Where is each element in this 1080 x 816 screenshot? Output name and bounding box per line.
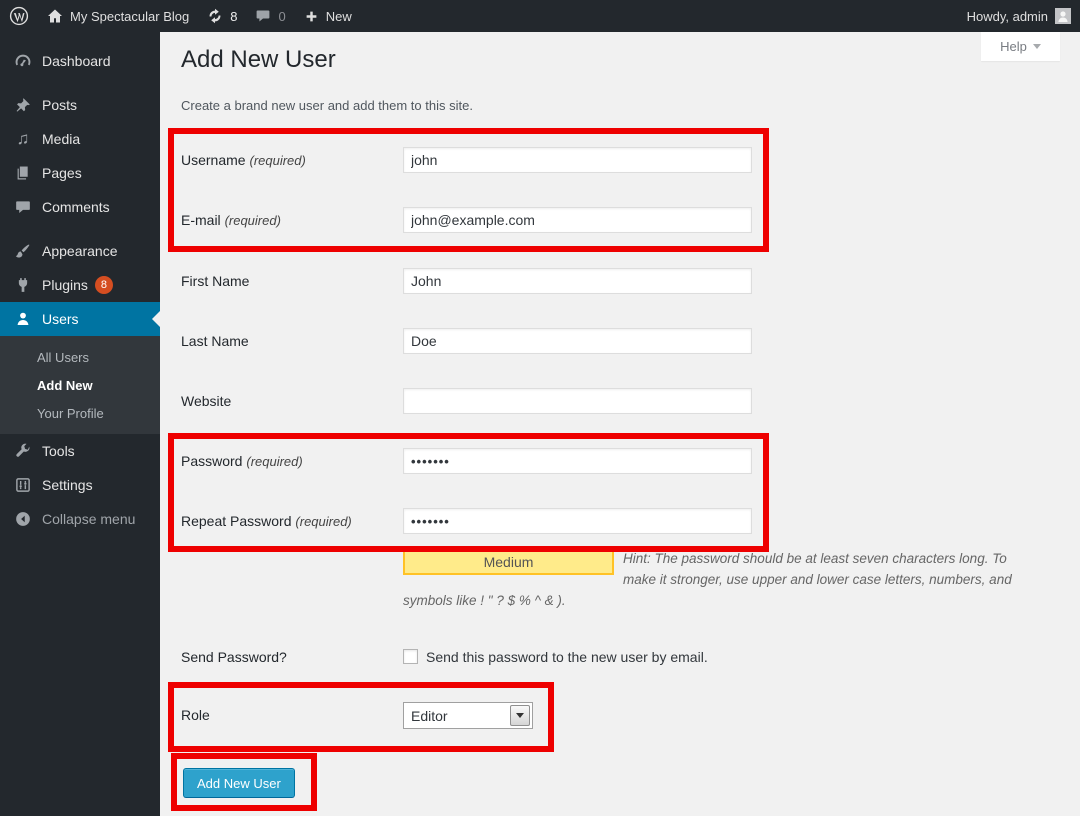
users-submenu: All Users Add New Your Profile (0, 336, 160, 434)
repeat-password-field[interactable] (403, 508, 752, 534)
sidebar-item-media[interactable]: ♫ Media (0, 122, 160, 156)
page-subtitle: Create a brand new user and add them to … (181, 98, 473, 113)
send-password-checkbox[interactable] (403, 649, 418, 664)
help-chevron-icon (1033, 44, 1041, 49)
plugins-icon (13, 275, 33, 295)
first-name-label: First Name (181, 268, 399, 294)
dashboard-icon (13, 51, 33, 71)
settings-icon (13, 475, 33, 495)
comment-count: 0 (278, 9, 285, 24)
sidebar-item-users[interactable]: Users (0, 302, 160, 336)
users-icon (13, 309, 33, 329)
tools-icon (13, 441, 33, 461)
role-selected-value: Editor (404, 708, 508, 724)
wordpress-admin-screen: My Spectacular Blog 8 0 New Howdy, admin (0, 0, 1080, 816)
howdy-label: Howdy, admin (967, 9, 1048, 24)
repeat-password-label: Repeat Password (required) (181, 508, 399, 535)
sidebar-item-label: Comments (42, 199, 110, 215)
password-label: Password (required) (181, 448, 399, 475)
first-name-field[interactable] (403, 268, 752, 294)
submenu-item-all-users[interactable]: All Users (0, 344, 160, 372)
sidebar-item-label: Media (42, 131, 80, 147)
sidebar-item-comments[interactable]: Comments (0, 190, 160, 224)
required-note: (required) (225, 213, 281, 228)
sidebar-item-label: Settings (42, 477, 93, 493)
new-content-button[interactable]: New (295, 0, 361, 32)
sidebar-item-label: Dashboard (42, 53, 111, 69)
home-icon (47, 8, 63, 24)
select-dropdown-button (510, 705, 530, 726)
comments-icon (13, 197, 33, 217)
password-field[interactable] (403, 448, 752, 474)
updates-icon (207, 8, 223, 24)
send-password-checkbox-label[interactable]: Send this password to the new user by em… (426, 648, 708, 666)
updates-button[interactable]: 8 (198, 0, 246, 32)
plus-icon (304, 9, 319, 24)
sidebar-item-label: Appearance (42, 243, 118, 259)
password-strength-meter: Medium (403, 549, 614, 575)
role-select[interactable]: Editor (403, 702, 533, 729)
sidebar-item-label: Posts (42, 97, 77, 113)
username-label: Username (required) (181, 147, 399, 174)
select-arrow-icon (516, 713, 524, 718)
admin-toolbar: My Spectacular Blog 8 0 New Howdy, admin (0, 0, 1080, 32)
account-menu-button[interactable]: Howdy, admin (958, 0, 1080, 32)
plugins-update-badge: 8 (95, 276, 113, 294)
collapse-arrow-icon (13, 509, 33, 529)
last-name-field[interactable] (403, 328, 752, 354)
required-note: (required) (295, 514, 351, 529)
sidebar-item-posts[interactable]: Posts (0, 88, 160, 122)
sidebar-item-tools[interactable]: Tools (0, 434, 160, 468)
avatar (1055, 8, 1071, 24)
required-note: (required) (249, 153, 305, 168)
sidebar-item-settings[interactable]: Settings (0, 468, 160, 502)
pin-icon (13, 95, 33, 115)
sidebar-item-label: Tools (42, 443, 75, 459)
update-count: 8 (230, 9, 237, 24)
pages-icon (13, 163, 33, 183)
sidebar-item-plugins[interactable]: Plugins 8 (0, 268, 160, 302)
main-content: Help Add New User Create a brand new use… (160, 32, 1080, 816)
sidebar-item-dashboard[interactable]: Dashboard (0, 44, 160, 78)
send-password-label: Send Password? (181, 648, 287, 666)
help-label: Help (1000, 39, 1027, 54)
submenu-item-add-new[interactable]: Add New (0, 372, 160, 400)
sidebar-item-label: Pages (42, 165, 82, 181)
website-field[interactable] (403, 388, 752, 414)
collapse-menu-label: Collapse menu (42, 511, 135, 527)
admin-sidebar: Dashboard Posts ♫ Media Pages (0, 32, 160, 816)
appearance-icon (13, 241, 33, 261)
submenu-item-your-profile[interactable]: Your Profile (0, 400, 160, 428)
required-note: (required) (246, 454, 302, 469)
website-label: Website (181, 388, 399, 414)
sidebar-item-label: Users (42, 311, 79, 327)
sidebar-item-pages[interactable]: Pages (0, 156, 160, 190)
sidebar-item-appearance[interactable]: Appearance (0, 234, 160, 268)
role-label: Role (181, 702, 210, 729)
help-button[interactable]: Help (981, 32, 1060, 61)
site-name-button[interactable]: My Spectacular Blog (38, 0, 198, 32)
add-new-user-button[interactable]: Add New User (183, 768, 295, 798)
last-name-label: Last Name (181, 328, 399, 354)
email-field[interactable] (403, 207, 752, 233)
wordpress-menu-button[interactable] (0, 0, 38, 32)
password-hint: Medium Hint: The password should be at l… (403, 548, 1043, 611)
wordpress-logo-icon (9, 6, 29, 26)
site-name-label: My Spectacular Blog (70, 9, 189, 24)
page-title: Add New User (181, 46, 336, 74)
username-field[interactable] (403, 147, 752, 173)
media-icon: ♫ (13, 129, 33, 149)
sidebar-item-label: Plugins (42, 277, 88, 293)
email-label: E-mail (required) (181, 207, 399, 234)
new-label: New (326, 9, 352, 24)
toolbar-comments-button[interactable]: 0 (246, 0, 294, 32)
comments-bubble-icon (255, 8, 271, 24)
collapse-menu-button[interactable]: Collapse menu (0, 502, 160, 536)
